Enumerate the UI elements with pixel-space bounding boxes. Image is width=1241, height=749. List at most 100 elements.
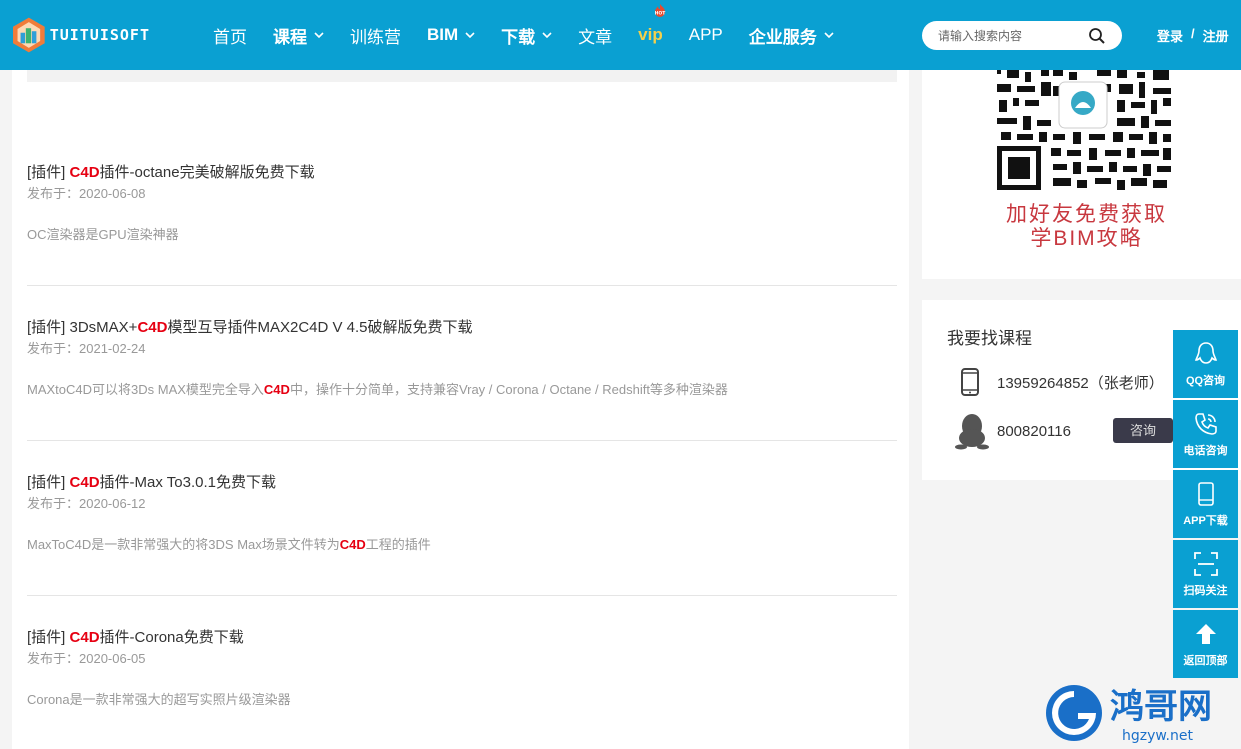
login-link[interactable]: 登录 <box>1157 26 1183 45</box>
article-title[interactable]: [插件] C4D插件-octane完美破解版免费下载 <box>27 161 897 182</box>
qr-caption-line2: 学BIM攻略 <box>1030 227 1143 250</box>
site-logo[interactable]: TUITUISOFT <box>10 10 150 60</box>
desc-text: OC渲染器是GPU渲染神器 <box>27 227 179 242</box>
nav-enterprise-label: 企业服务 <box>748 27 817 47</box>
title-prefix: [插件] <box>27 164 70 181</box>
article-item: [插件] C4D插件-Max To3.0.1免费下载 发布于：2020-06-1… <box>27 471 897 553</box>
float-app-download[interactable]: APP下载 <box>1173 470 1238 538</box>
article-title[interactable]: [插件] C4D插件-Max To3.0.1免费下载 <box>27 471 897 492</box>
float-top-label: 返回顶部 <box>1183 654 1228 667</box>
qq-row: 800820116 <box>954 412 1071 450</box>
desc-keyword: C4D <box>339 537 366 552</box>
hot-badge-icon: HOT <box>655 4 667 17</box>
qq-icon <box>1194 341 1217 364</box>
floating-toolbar: QQ咨询 电话咨询 APP下载 扫码关注 返回顶部 <box>1173 330 1238 680</box>
article-date: 发布于：2020-06-12 <box>27 496 146 511</box>
nav-vip-label: vip <box>638 25 663 44</box>
article-item: [插件] C4D插件-octane完美破解版免费下载 发布于：2020-06-0… <box>27 161 897 243</box>
divider <box>27 285 897 286</box>
divider <box>27 440 897 441</box>
mobile-phone-icon <box>961 368 979 396</box>
title-rest: 插件-Corona免费下载 <box>99 629 244 646</box>
float-scan-label: 扫码关注 <box>1183 584 1228 597</box>
mobile-icon <box>1197 481 1214 506</box>
desc-text: MaxToC4D是一款非常强大的将3DS Max场景文件转为 <box>27 537 340 552</box>
phone-icon <box>1194 412 1217 435</box>
title-rest: 插件-Max To3.0.1免费下载 <box>99 474 276 491</box>
desc-text: Corona是一款非常强大的超写实照片级渲染器 <box>27 692 291 707</box>
nav-bootcamp-label: 训练营 <box>350 27 401 47</box>
float-back-to-top[interactable]: 返回顶部 <box>1173 610 1238 678</box>
float-phone-consult[interactable]: 电话咨询 <box>1173 400 1238 468</box>
title-keyword: C4D <box>137 319 168 336</box>
article-desc: Corona是一款非常强大的超写实照片级渲染器 <box>27 689 897 708</box>
article-desc: OC渲染器是GPU渲染神器 <box>27 224 897 243</box>
watermark-brand: 鸿哥网 <box>1110 687 1212 727</box>
nav-courses[interactable]: 课程 <box>273 23 324 48</box>
desc-keyword: C4D <box>263 382 290 397</box>
hot-badge-text: HOT <box>655 11 667 17</box>
article-desc: MAXtoC4D可以将3Ds MAX模型完全导入C4D中，操作十分简单，支持兼容… <box>27 379 897 398</box>
float-qq-consult[interactable]: QQ咨询 <box>1173 330 1238 398</box>
register-link[interactable]: 注册 <box>1203 26 1229 45</box>
chevron-down-icon <box>542 32 552 39</box>
top-strip <box>27 70 897 82</box>
qq-number: 800820116 <box>997 422 1071 440</box>
course-card-title: 我要找课程 <box>947 329 1032 348</box>
nav-download-label: 下载 <box>501 27 536 47</box>
nav-home[interactable]: 首页 <box>213 23 247 48</box>
search-icon[interactable] <box>1088 27 1106 45</box>
article-list: [插件] C4D插件-octane完美破解版免费下载 发布于：2020-06-0… <box>12 70 909 749</box>
float-scan-follow[interactable]: 扫码关注 <box>1173 540 1238 608</box>
qr-caption: 加好友免费获取 学BIM攻略 <box>922 203 1241 251</box>
desc-text: 工程的插件 <box>365 537 431 552</box>
desc-text: 中，操作十分简单，支持兼容Vray / Corona / Octane / Re… <box>289 382 728 397</box>
site-header: TUITUISOFT 首页 课程 训练营 BIM 下载 文章 vip HOT A… <box>0 0 1241 70</box>
article-item: [插件] 3DsMAX+C4D模型互导插件MAX2C4D V 4.5破解版免费下… <box>27 316 897 398</box>
nav-app[interactable]: APP <box>689 25 723 45</box>
nav-articles[interactable]: 文章 <box>578 23 612 48</box>
title-prefix: [插件] <box>27 629 70 646</box>
article-item: [插件] C4D插件-Corona免费下载 发布于：2020-06-05 Cor… <box>27 626 897 708</box>
nav-enterprise[interactable]: 企业服务 <box>749 23 834 48</box>
qr-caption-line1: 加好友免费获取 <box>1006 203 1167 226</box>
watermark-logo: 鸿哥网 hgzyw.net <box>1046 685 1212 744</box>
float-app-label: APP下载 <box>1183 514 1228 527</box>
logo-text: TUITUISOFT <box>49 26 150 44</box>
title-keyword: C4D <box>69 164 100 181</box>
main-nav: 首页 课程 训练营 BIM 下载 文章 vip HOT APP 企业服务 <box>200 0 847 70</box>
article-desc: MaxToC4D是一款非常强大的将3DS Max场景文件转为C4D工程的插件 <box>27 534 897 553</box>
float-qq-label: QQ咨询 <box>1185 374 1226 387</box>
article-title[interactable]: [插件] C4D插件-Corona免费下载 <box>27 626 897 647</box>
logo-hexagon-icon <box>13 17 45 53</box>
article-title[interactable]: [插件] 3DsMAX+C4D模型互导插件MAX2C4D V 4.5破解版免费下… <box>27 316 897 337</box>
qr-card: 加好友免费获取 学BIM攻略 <box>922 70 1241 279</box>
scan-icon <box>1193 551 1218 576</box>
auth-links: 登录 / 注册 <box>1157 26 1229 45</box>
watermark-domain: hgzyw.net <box>1122 728 1193 744</box>
search-box <box>922 21 1122 50</box>
nav-vip[interactable]: vip HOT <box>638 4 666 45</box>
arrow-up-icon <box>1195 623 1216 644</box>
article-date: 发布于：2020-06-05 <box>27 651 146 666</box>
search-input[interactable] <box>938 28 1088 43</box>
nav-bim[interactable]: BIM <box>427 25 475 45</box>
article-date: 发布于：2020-06-08 <box>27 186 146 201</box>
title-prefix: [插件] 3DsMAX+ <box>27 319 138 336</box>
title-keyword: C4D <box>69 629 100 646</box>
qq-penguin-icon <box>955 414 989 450</box>
phone-row: 13959264852（张老师） <box>957 368 1164 396</box>
nav-bim-label: BIM <box>427 25 459 44</box>
auth-separator: / <box>1191 26 1195 41</box>
title-rest: 插件-octane完美破解版免费下载 <box>99 164 315 181</box>
divider <box>27 595 897 596</box>
nav-bootcamp[interactable]: 训练营 <box>350 23 401 48</box>
desc-text: MAXtoC4D可以将3Ds MAX模型完全导入 <box>27 382 264 397</box>
consult-button[interactable]: 咨询 <box>1113 418 1173 443</box>
nav-download[interactable]: 下载 <box>501 23 552 48</box>
nav-courses-label: 课程 <box>273 27 307 47</box>
nav-app-label: APP <box>688 25 723 44</box>
chevron-down-icon <box>465 32 475 39</box>
chevron-down-icon <box>314 32 324 39</box>
nav-home-label: 首页 <box>213 27 247 47</box>
